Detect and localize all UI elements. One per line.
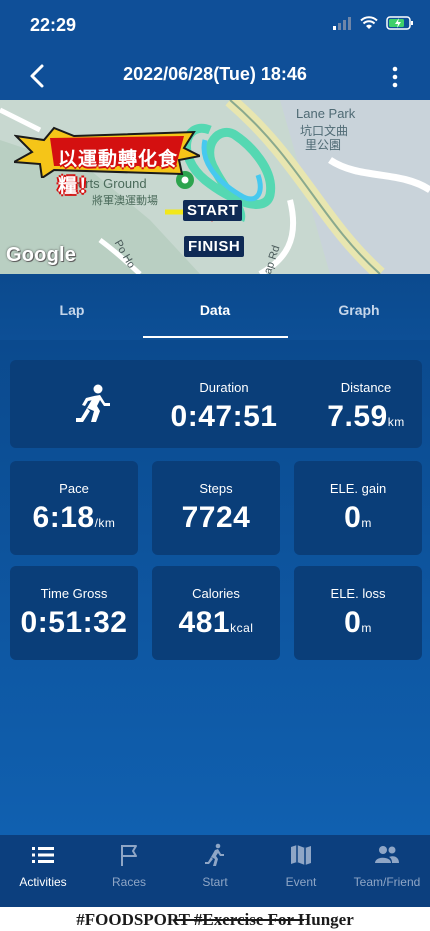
- top-app-bar: 2022/06/28(Tue) 18:46: [0, 52, 430, 100]
- nav-label: Team/Friend: [353, 875, 421, 889]
- tab-data[interactable]: Data: [143, 302, 287, 318]
- calories-label: Calories: [192, 586, 240, 601]
- strikethrough-line: [174, 919, 304, 921]
- duration-label: Duration: [199, 380, 249, 395]
- map-place-label: Lane Park: [296, 106, 356, 121]
- nav-team-friend[interactable]: Team/Friend: [344, 835, 430, 907]
- nav-start[interactable]: Start: [172, 835, 258, 907]
- flag-icon: [121, 845, 137, 866]
- pace-card: Pace 6:18/km: [10, 461, 138, 555]
- steps-card: Steps 7724: [152, 461, 280, 555]
- distance-label: Distance: [340, 380, 392, 395]
- bottom-navigation: Activities Races Start Event Team/Friend: [0, 835, 430, 907]
- ele-loss-value: 0m: [294, 606, 422, 640]
- signal-icon: [333, 17, 351, 30]
- pace-label: Pace: [59, 481, 89, 496]
- ele-gain-value: 0m: [294, 501, 422, 535]
- nav-label: Races: [111, 875, 146, 889]
- runner-icon: [205, 843, 224, 866]
- map-place-label-zh-2: 里公園: [305, 138, 342, 152]
- route-map[interactable]: Lane Park 坑口文曲 里公園 Sports Ground 將軍澳運動場 …: [0, 100, 430, 274]
- steps-label: Steps: [199, 481, 233, 496]
- tab-lap[interactable]: Lap: [0, 302, 144, 318]
- finish-marker-label: FINISH: [184, 236, 245, 257]
- promo-sticker: 以運動轉化食糧！: [14, 126, 200, 197]
- pace-number: 6:18: [32, 501, 95, 534]
- nav-races[interactable]: Races: [86, 835, 172, 907]
- back-button[interactable]: [24, 62, 54, 90]
- calories-value: 481kcal: [152, 606, 280, 640]
- pace-unit: /km: [94, 516, 116, 530]
- tab-graph[interactable]: Graph: [287, 302, 430, 318]
- battery-icon: [386, 16, 413, 30]
- summary-card: Duration 0:47:51 Distance 7.59km: [10, 360, 422, 448]
- more-vertical-icon: [392, 66, 398, 88]
- calories-unit: kcal: [230, 621, 254, 635]
- wifi-icon: [360, 16, 378, 29]
- nav-event[interactable]: Event: [258, 835, 344, 907]
- ele-gain-unit: m: [361, 516, 372, 530]
- duration-value: 0:47:51: [170, 400, 278, 433]
- status-icons: [332, 16, 414, 30]
- status-bar: 22:29: [0, 0, 430, 52]
- pace-value: 6:18/km: [10, 501, 138, 535]
- nav-label: Start: [202, 875, 228, 889]
- nav-activities[interactable]: Activities: [0, 835, 86, 907]
- people-icon: [375, 846, 399, 863]
- distance-value: 7.59km: [306, 400, 426, 434]
- calories-number: 481: [178, 606, 231, 639]
- steps-value: 7724: [181, 501, 251, 534]
- ele-loss-number: 0: [344, 606, 362, 639]
- status-time: 22:29: [30, 15, 77, 35]
- nav-label: Event: [285, 875, 317, 889]
- start-marker-label: START: [183, 200, 243, 221]
- data-panel: Duration 0:47:51 Distance 7.59km Pace 6:…: [0, 340, 430, 835]
- tab-bar: Lap Data Graph: [0, 274, 430, 340]
- map-icon: [291, 845, 311, 865]
- distance-number: 7.59: [327, 400, 388, 433]
- more-options-button[interactable]: [390, 64, 400, 90]
- ele-loss-label: ELE. loss: [330, 586, 386, 601]
- time-gross-label: Time Gross: [40, 586, 108, 601]
- chevron-left-icon: [30, 64, 44, 88]
- list-icon: [32, 847, 54, 863]
- calories-card: Calories 481kcal: [152, 566, 280, 660]
- runner-icon: [76, 384, 110, 422]
- time-gross-card: Time Gross 0:51:32: [10, 566, 138, 660]
- google-logo: Google: [6, 244, 77, 266]
- ele-gain-label: ELE. gain: [329, 481, 387, 496]
- distance-unit: km: [387, 415, 405, 429]
- ele-loss-unit: m: [361, 621, 372, 635]
- ele-gain-card: ELE. gain 0m: [294, 461, 422, 555]
- active-tab-indicator: [143, 336, 288, 338]
- time-gross-value: 0:51:32: [20, 606, 128, 639]
- promo-text: 以運動轉化食糧！: [58, 149, 179, 197]
- nav-label: Activities: [19, 875, 67, 889]
- ele-loss-card: ELE. loss 0m: [294, 566, 422, 660]
- activity-datetime-title: 2022/06/28(Tue) 18:46: [123, 64, 307, 84]
- ele-gain-number: 0: [344, 501, 362, 534]
- footer-banner: #FOODSPORT #Exercise For Hunger: [0, 907, 430, 931]
